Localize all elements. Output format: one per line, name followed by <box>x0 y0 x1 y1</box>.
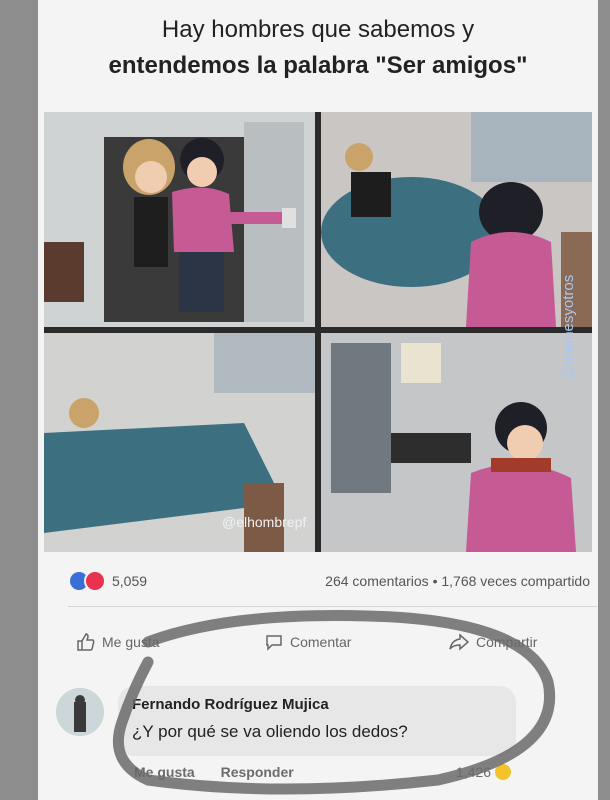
reactions-count[interactable]: 5,059 <box>112 573 147 589</box>
comic-watermark: @elhombrepf <box>222 514 307 530</box>
meme-title-line1: Hay hombres que sabemos y <box>161 16 475 43</box>
post-stats: 5,059 264 comentarios • 1,768 veces comp… <box>70 570 590 594</box>
post-actions: Me gusta Comentar Compartir <box>38 626 598 656</box>
share-label: Compartir <box>476 634 538 650</box>
comment-bubble: Fernando Rodríguez Mujica ¿Y por qué se … <box>118 686 516 756</box>
panel-4-illustration <box>321 333 592 552</box>
side-watermark: @memesyotros <box>560 274 577 380</box>
panel-1-illustration <box>44 112 315 327</box>
like-label: Me gusta <box>102 634 160 650</box>
haha-reaction-icon <box>495 764 512 780</box>
comment-icon <box>266 635 282 651</box>
comic-panel-1 <box>44 112 315 327</box>
thumbs-up-icon <box>77 633 95 651</box>
avatar[interactable] <box>56 688 104 736</box>
love-reaction-icon <box>84 570 106 592</box>
comment-text: ¿Y por qué se va oliendo los dedos? <box>132 722 408 741</box>
meme-title: Hay hombres que sabemos y entendemos la … <box>38 12 598 84</box>
like-button[interactable]: Me gusta <box>76 632 160 652</box>
comic-panel-4 <box>321 333 592 552</box>
panel-2-illustration <box>321 112 592 327</box>
comment-button[interactable]: Comentar <box>264 632 351 652</box>
comment-reaction-count[interactable]: 1,426 <box>456 764 512 780</box>
comment-label: Comentar <box>290 634 352 650</box>
comment-reaction-number: 1,426 <box>456 764 492 780</box>
divider <box>68 606 598 607</box>
share-icon <box>449 633 470 651</box>
comments-shares-count[interactable]: 264 comentarios • 1,768 veces compartido <box>325 573 590 589</box>
comic-panel-2 <box>321 112 592 327</box>
avatar-image <box>56 688 104 736</box>
comment: Fernando Rodríguez Mujica ¿Y por qué se … <box>56 680 596 790</box>
share-button[interactable]: Compartir <box>448 632 537 652</box>
comment-author[interactable]: Fernando Rodríguez Mujica <box>132 696 329 713</box>
comment-reply-button[interactable]: Responder <box>221 764 294 780</box>
comment-like-button[interactable]: Me gusta <box>134 764 195 780</box>
comment-actions: Me gusta Responder <box>134 764 316 780</box>
comic-image[interactable]: @elhombrepf <box>44 112 592 552</box>
post-card: Hay hombres que sabemos y entendemos la … <box>38 0 598 800</box>
meme-title-line2: entendemos la palabra "Ser amigos" <box>108 52 528 79</box>
